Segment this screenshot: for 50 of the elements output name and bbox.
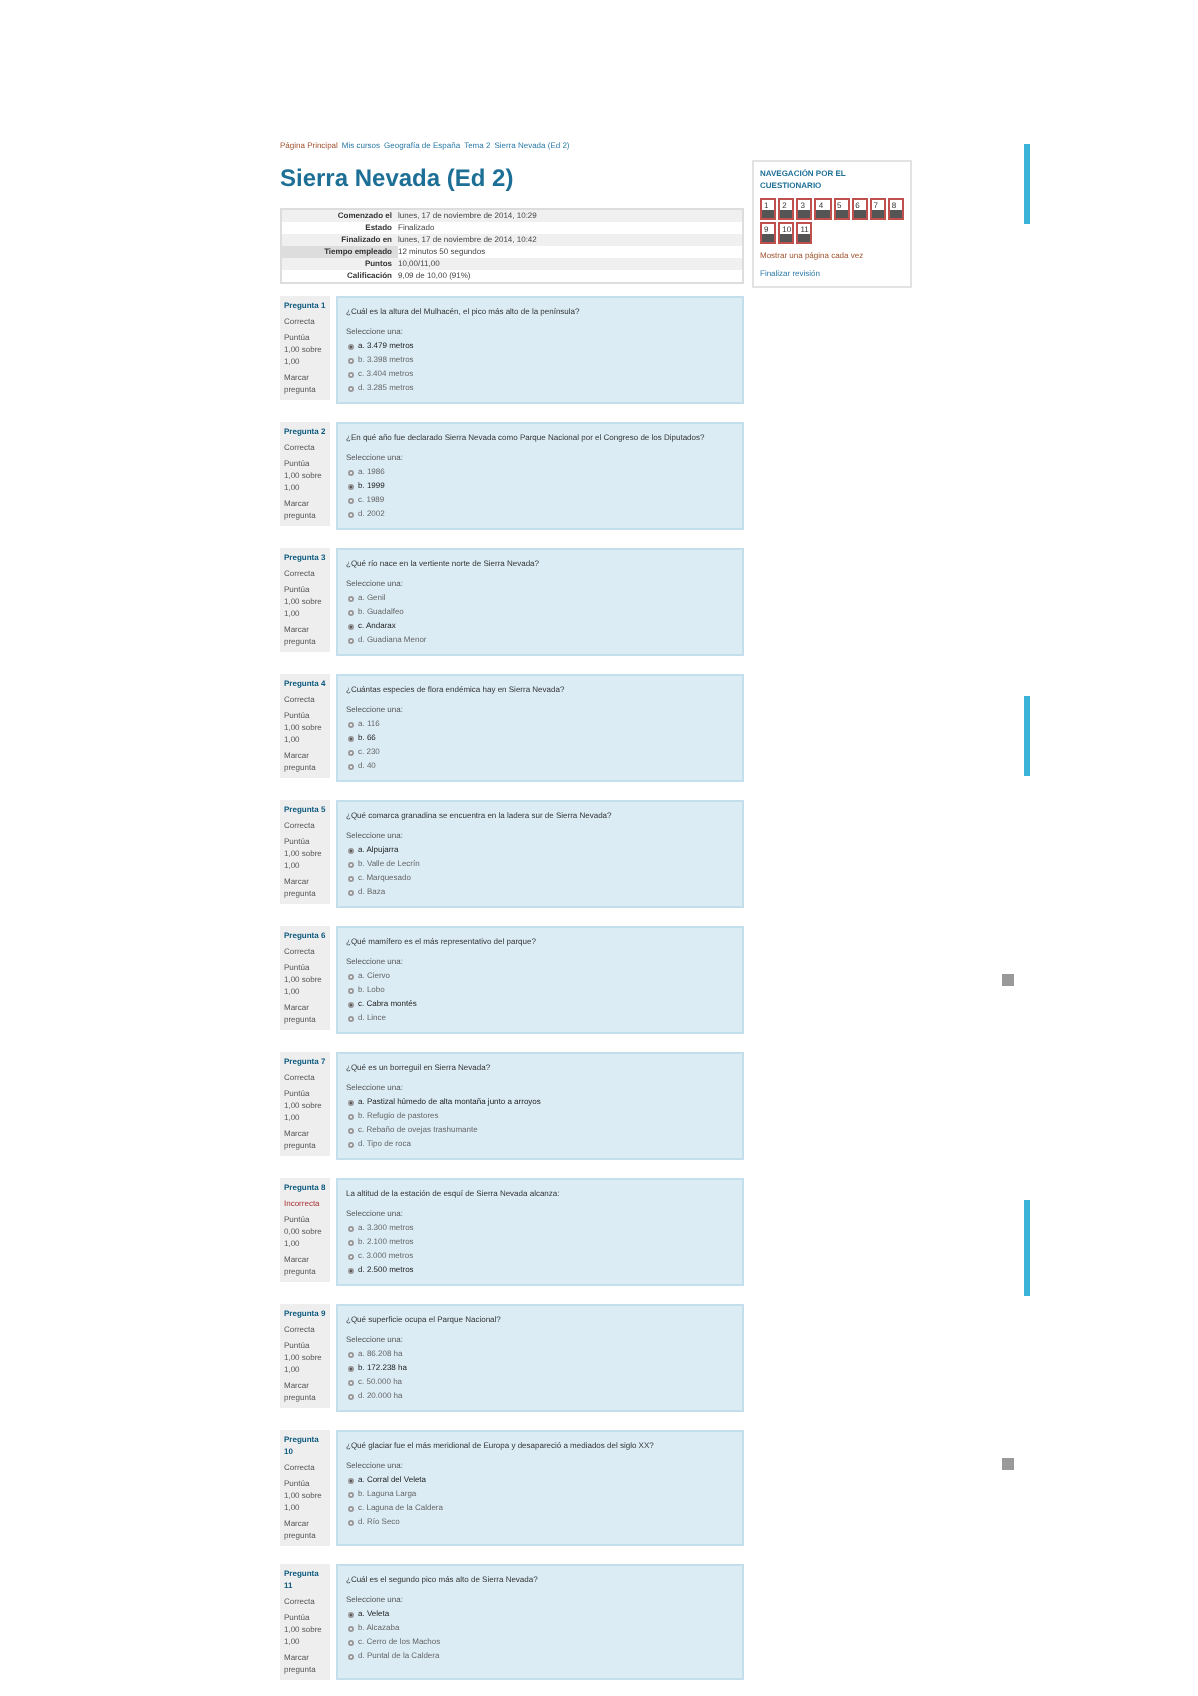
radio-button[interactable]	[348, 637, 354, 643]
radio-button[interactable]	[348, 1491, 354, 1497]
side-marker	[1024, 1200, 1030, 1296]
side-marker	[1024, 144, 1030, 224]
radio-button[interactable]	[348, 343, 354, 349]
radio-button[interactable]	[348, 623, 354, 629]
radio-button[interactable]	[348, 749, 354, 755]
radio-button[interactable]	[348, 721, 354, 727]
radio-button[interactable]	[348, 497, 354, 503]
radio-button[interactable]	[348, 763, 354, 769]
square-marker	[1002, 1458, 1014, 1470]
radio-button[interactable]	[348, 595, 354, 601]
radio-button[interactable]	[348, 469, 354, 475]
radio-button[interactable]	[348, 889, 354, 895]
radio-button[interactable]	[348, 1113, 354, 1119]
radio-button[interactable]	[348, 483, 354, 489]
radio-button[interactable]	[348, 1239, 354, 1245]
radio-button[interactable]	[348, 1505, 354, 1511]
radio-button[interactable]	[348, 1379, 354, 1385]
radio-button[interactable]	[348, 1519, 354, 1525]
radio-button[interactable]	[348, 973, 354, 979]
radio-button[interactable]	[348, 1127, 354, 1133]
radio-button[interactable]	[348, 371, 354, 377]
radio-button[interactable]	[348, 1393, 354, 1399]
radio-button[interactable]	[348, 1365, 354, 1371]
radio-button[interactable]	[348, 847, 354, 853]
radio-button[interactable]	[348, 1611, 354, 1617]
square-marker	[1002, 974, 1014, 986]
radio-button[interactable]	[348, 735, 354, 741]
radio-button[interactable]	[348, 1015, 354, 1021]
radio-button[interactable]	[348, 987, 354, 993]
radio-button[interactable]	[348, 511, 354, 517]
radio-button[interactable]	[348, 357, 354, 363]
side-marker	[1024, 696, 1030, 776]
radio-button[interactable]	[348, 1625, 354, 1631]
radio-button[interactable]	[348, 1099, 354, 1105]
radio-button[interactable]	[348, 609, 354, 615]
radio-button[interactable]	[348, 385, 354, 391]
radio-button[interactable]	[348, 1639, 354, 1645]
radio-button[interactable]	[348, 861, 354, 867]
radio-button[interactable]	[348, 1477, 354, 1483]
radio-button[interactable]	[348, 875, 354, 881]
page-title: Sierra Nevada (Ed 2)	[280, 164, 516, 192]
radio-button[interactable]	[348, 1253, 354, 1259]
radio-button[interactable]	[348, 1267, 354, 1273]
radio-button[interactable]	[348, 1653, 354, 1659]
radio-button[interactable]	[348, 1351, 354, 1357]
radio-button[interactable]	[348, 1001, 354, 1007]
radio-button[interactable]	[348, 1141, 354, 1147]
radio-button[interactable]	[348, 1225, 354, 1231]
